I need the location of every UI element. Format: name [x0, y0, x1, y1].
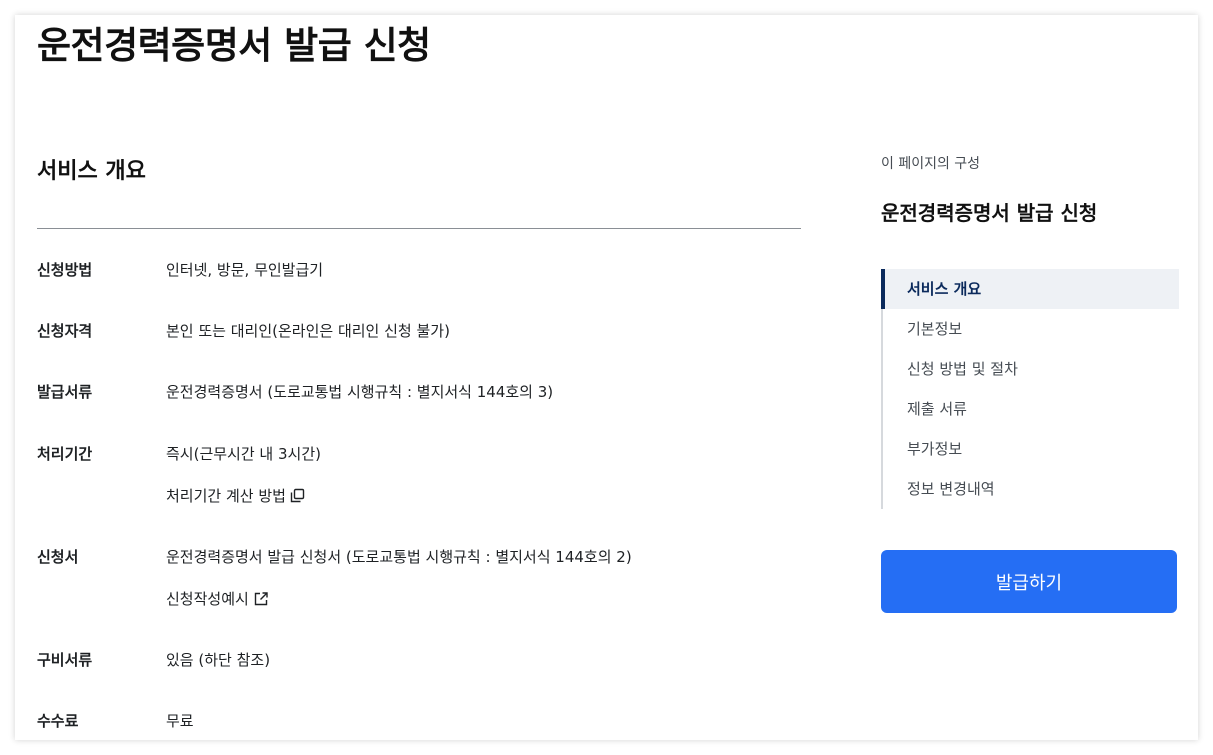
toc-item-application-procedure[interactable]: 신청 방법 및 절차 — [883, 349, 1179, 389]
info-value: 즉시(근무시간 내 3시간) — [166, 445, 321, 463]
info-value: 인터넷, 방문, 무인발급기 — [166, 261, 324, 279]
processing-time-calc-link[interactable]: 처리기간 계산 방법 — [166, 485, 305, 506]
page-title: 운전경력증명서 발급 신청 — [37, 24, 431, 67]
issue-button[interactable]: 발급하기 — [881, 550, 1177, 613]
info-value: 본인 또는 대리인(온라인은 대리인 신청 불가) — [166, 322, 450, 340]
section-divider — [37, 228, 801, 229]
external-link-icon — [253, 591, 269, 607]
info-label: 수수료 — [37, 712, 79, 730]
info-value: 무료 — [166, 712, 194, 730]
toc-nav: 서비스 개요 기본정보 신청 방법 및 절차 제출 서류 부가정보 정보 변경내… — [881, 269, 1179, 509]
info-label: 신청서 — [37, 548, 79, 566]
info-value: 운전경력증명서 (도로교통법 시행규칙 : 별지서식 144호의 3) — [166, 383, 554, 401]
info-label: 신청자격 — [37, 322, 93, 340]
copy-icon — [290, 488, 305, 503]
info-label: 신청방법 — [37, 261, 93, 279]
service-card: 운전경력증명서 발급 신청 서비스 개요 신청방법 인터넷, 방문, 무인발급기… — [15, 15, 1198, 740]
info-value: 운전경력증명서 발급 신청서 (도로교통법 시행규칙 : 별지서식 144호의 … — [166, 548, 632, 566]
link-label: 신청작성예시 — [166, 590, 249, 608]
toc-item-submission-docs[interactable]: 제출 서류 — [883, 389, 1179, 429]
toc-caption: 이 페이지의 구성 — [881, 156, 981, 172]
info-label: 구비서류 — [37, 651, 93, 669]
info-value: 있음 (하단 참조) — [166, 651, 271, 669]
toc-title: 운전경력증명서 발급 신청 — [881, 201, 1098, 225]
application-example-link[interactable]: 신청작성예시 — [166, 588, 269, 609]
info-label: 처리기간 — [37, 445, 93, 463]
toc-item-additional-info[interactable]: 부가정보 — [883, 429, 1179, 469]
toc-item-service-overview[interactable]: 서비스 개요 — [881, 269, 1179, 309]
toc-item-basic-info[interactable]: 기본정보 — [883, 309, 1179, 349]
section-title-overview: 서비스 개요 — [37, 159, 146, 184]
link-label: 처리기간 계산 방법 — [166, 487, 286, 505]
toc-item-change-history[interactable]: 정보 변경내역 — [883, 469, 1179, 509]
info-label: 발급서류 — [37, 383, 93, 401]
